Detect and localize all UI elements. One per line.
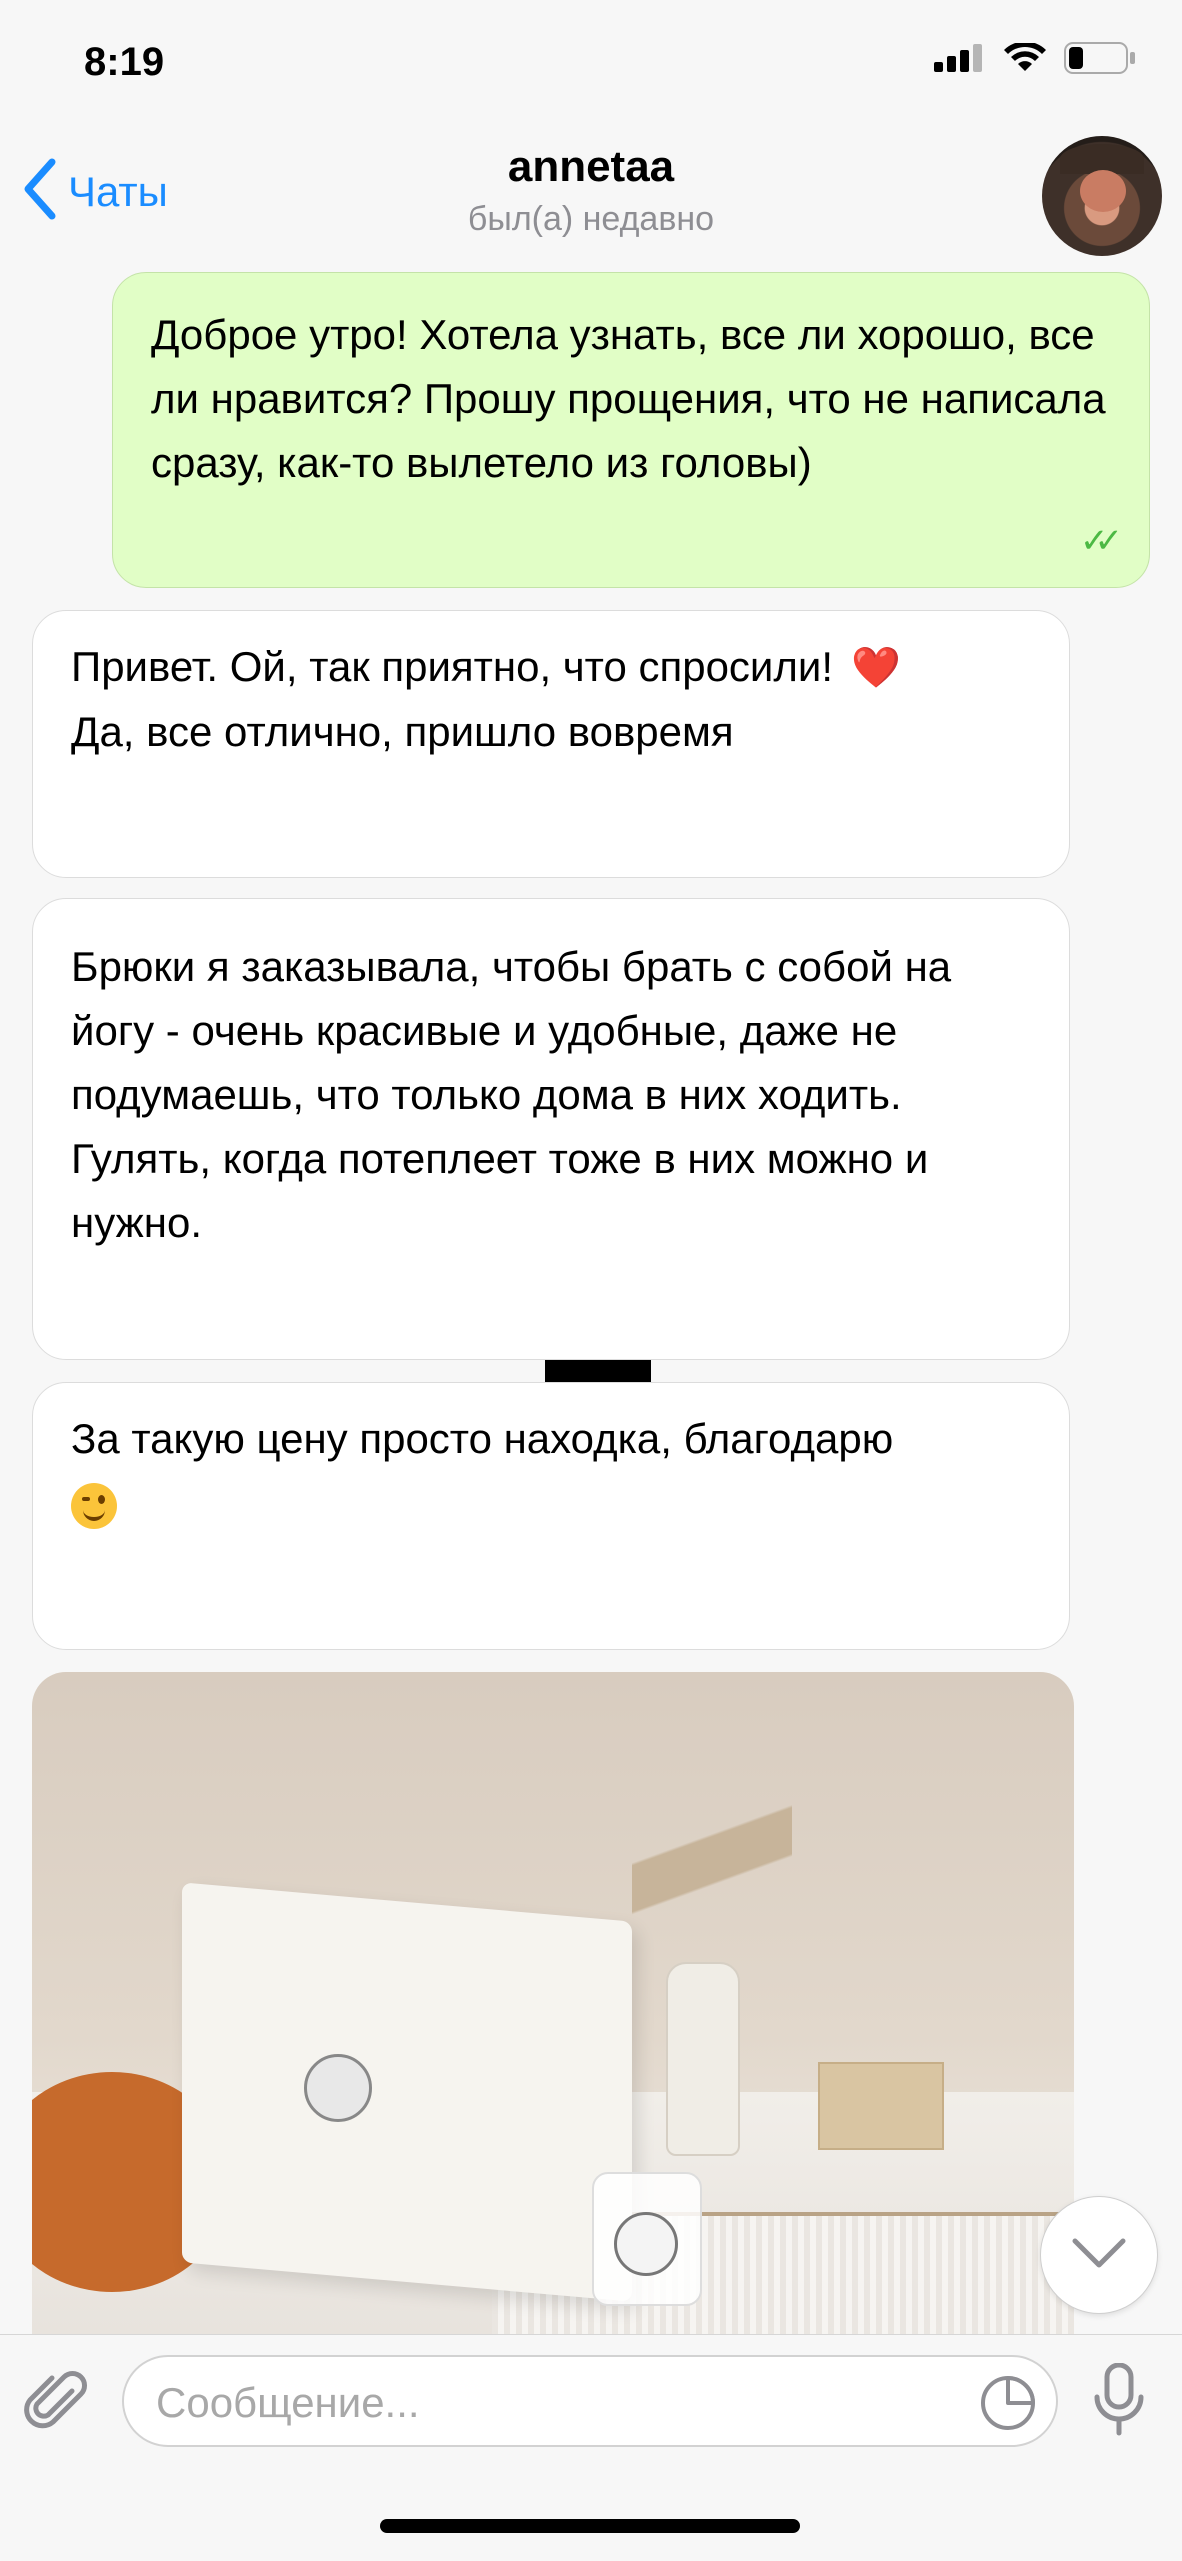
message-text: Да, все отлично, пришло вовремя: [71, 708, 734, 755]
heart-emoji: ❤️: [851, 646, 901, 690]
last-seen-status: был(а) недавно: [467, 200, 715, 238]
chat-title[interactable]: annetaa: [0, 142, 1182, 192]
message-incoming[interactable]: Привет. Ой, так приятно, что спросили! ❤️…: [32, 610, 1070, 878]
status-icons: [934, 41, 1136, 79]
message-text: Брюки я заказывала, чтобы брать с собой …: [71, 943, 952, 1246]
double-check-icon: ✓✓: [1080, 522, 1123, 560]
message-text: Привет. Ой, так приятно, что спросили!: [71, 643, 834, 690]
chat-header: Чаты annetaa был(а) недавно: [0, 130, 1182, 260]
message-text: За такую цену просто находка, благодарю: [71, 1415, 894, 1462]
message-text: Доброе утро! Хотела узнать, все ли хорош…: [151, 311, 1106, 486]
attach-icon[interactable]: [22, 2369, 92, 2444]
battery-icon: [1064, 42, 1136, 79]
divider: [545, 1360, 651, 1382]
message-incoming[interactable]: За такую цену просто находка, благодарю: [32, 1382, 1070, 1650]
message-incoming[interactable]: Брюки я заказывала, чтобы брать с собой …: [32, 898, 1070, 1360]
chevron-down-icon: [1069, 2235, 1129, 2276]
pampas-decor: [632, 1762, 792, 1992]
scroll-down-button[interactable]: [1040, 2196, 1158, 2314]
wooden-box: [818, 2062, 944, 2150]
wink-emoji-icon: [71, 1482, 117, 1529]
wifi-icon: [1004, 41, 1046, 78]
brand-logo-icon: [304, 2054, 372, 2122]
gift-box: [182, 1882, 632, 2302]
signal-icon: [934, 44, 986, 77]
message-outgoing[interactable]: Доброе утро! Хотела узнать, все ли хорош…: [112, 272, 1150, 588]
vase: [666, 1962, 740, 2156]
composer: [0, 2334, 1182, 2561]
home-indicator[interactable]: [380, 2519, 800, 2533]
message-input[interactable]: [154, 2367, 978, 2439]
avatar[interactable]: [1042, 136, 1162, 256]
message-field[interactable]: [122, 2355, 1058, 2447]
microphone-icon[interactable]: [1092, 2362, 1146, 2442]
sticker-icon[interactable]: [978, 2373, 1038, 2438]
candle-logo-icon: [614, 2212, 678, 2276]
photo-message[interactable]: [32, 1672, 1074, 2334]
status-time: 8:19: [84, 40, 165, 84]
